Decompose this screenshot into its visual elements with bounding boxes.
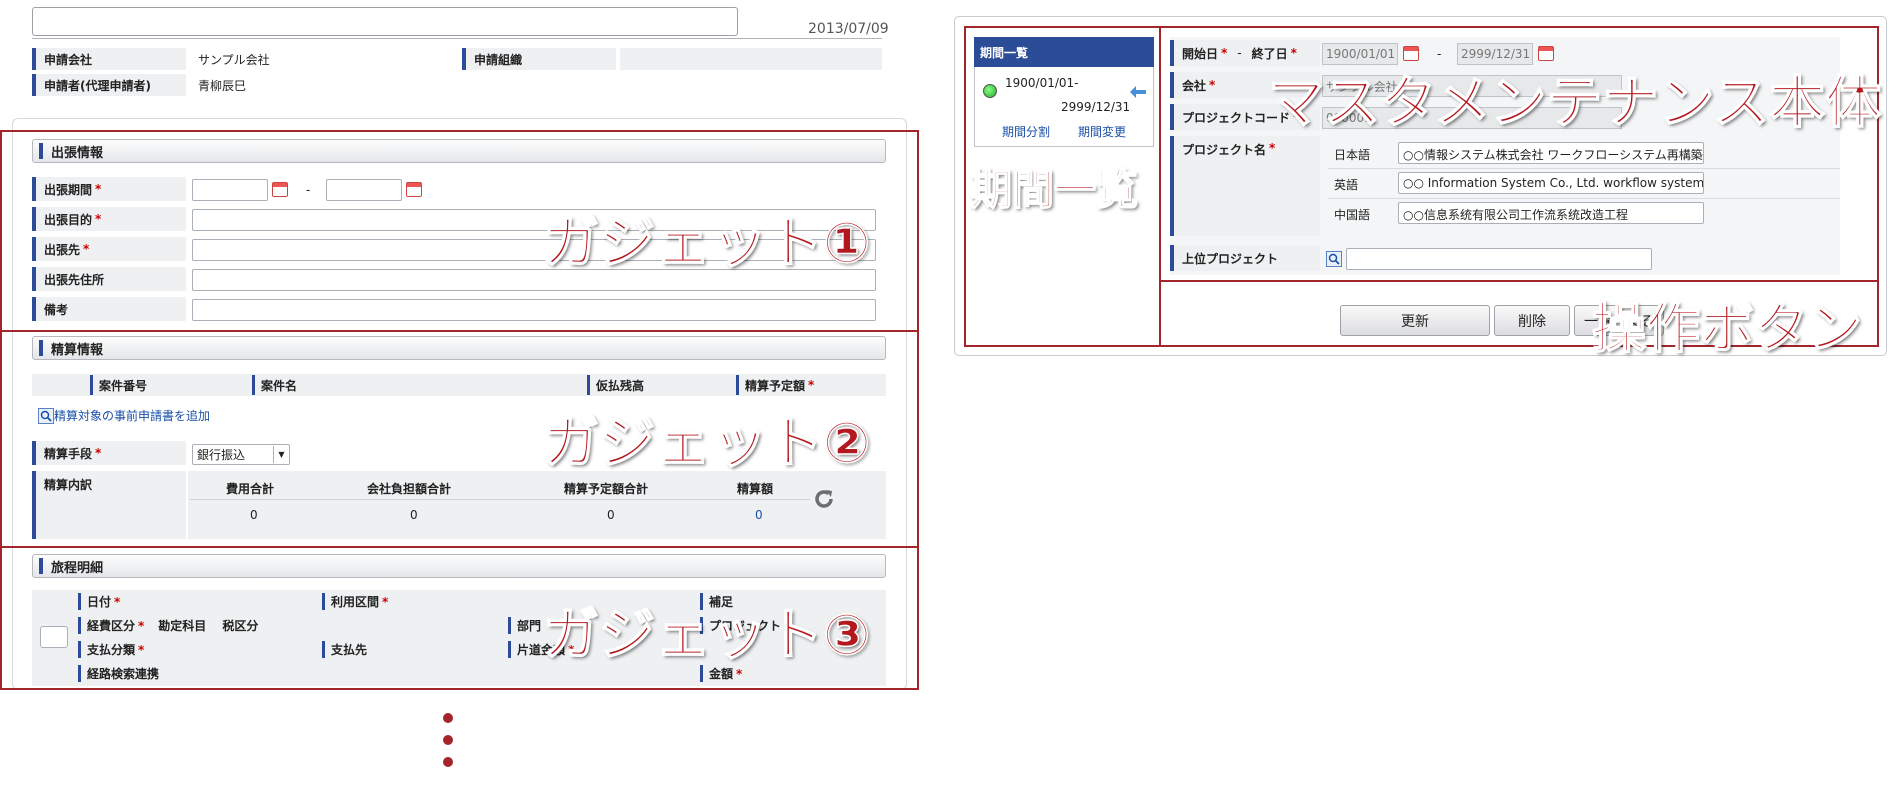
period-list-annotation: 期間一覧 [969,164,1139,215]
org-value [620,48,882,70]
applicant-value: 青柳辰巳 [198,79,247,93]
continuation-dot [443,713,453,723]
continuation-dot [443,757,453,767]
master-body-annotation: マスタメンテナンス本体 [1267,70,1882,137]
org-label: 申請組織 [462,48,616,70]
company-label: 申請会社 [32,48,186,70]
header-divider [32,38,882,39]
gadget3-annotation: ガジェット③ [542,602,871,669]
gadget1-annotation: ガジェット① [542,210,871,277]
operation-buttons-annotation: 操作ボタン [1591,296,1863,361]
applicant-label: 申請者(代理申請者) [32,74,186,96]
gadget2-annotation: ガジェット② [542,410,871,477]
continuation-dot [443,735,453,745]
title-input[interactable] [32,7,738,36]
company-value: サンプル会社 [198,53,270,67]
header-date: 2013/07/09 [808,21,889,37]
